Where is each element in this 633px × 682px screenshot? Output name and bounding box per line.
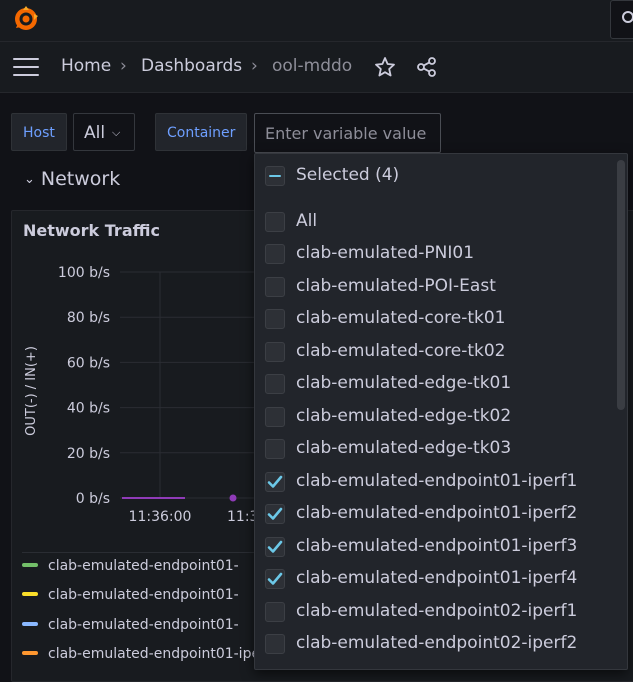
legend-item[interactable]: clab-emulated-endpoint01- [22, 587, 262, 603]
dropdown-option[interactable]: clab-emulated-edge-tk01 [255, 368, 615, 400]
dropdown-option[interactable]: clab-emulated-POI-East [255, 271, 615, 303]
checkbox[interactable] [265, 374, 285, 394]
dropdown-option-label: clab-emulated-endpoint01-iperf1 [296, 471, 578, 491]
dropdown-option-label: All [296, 211, 318, 231]
dropdown-option-label: clab-emulated-endpoint01-iperf4 [296, 568, 578, 588]
checkbox[interactable] [265, 277, 285, 297]
checkbox[interactable] [265, 309, 285, 329]
dropdown-option[interactable]: clab-emulated-endpoint01-iperf1 [255, 466, 615, 498]
dropdown-option-label: clab-emulated-endpoint01-iperf3 [296, 536, 578, 556]
checkbox-checked[interactable] [265, 504, 285, 524]
x-tick-label: 11:36:00 [129, 509, 192, 525]
legend-swatch [22, 592, 38, 596]
container-options-dropdown[interactable]: Selected (4) All clab-emulated-PNI01 clab-… [254, 153, 628, 670]
y-tick-label: 20 b/s [67, 446, 110, 462]
legend-label: clab-emulated-endpoint01- [48, 587, 239, 603]
selected-toggle[interactable]: Selected (4) [255, 160, 615, 192]
share-icon[interactable] [416, 56, 438, 78]
dropdown-option[interactable]: clab-emulated-endpoint01-iperf3 [255, 531, 615, 563]
checkbox[interactable] [265, 342, 285, 362]
legend-swatch [22, 563, 38, 567]
checkbox[interactable] [265, 602, 285, 622]
dropdown-option-label: clab-emulated-endpoint01-iperf2 [296, 503, 578, 523]
series-point [229, 494, 237, 502]
check-icon [267, 572, 283, 585]
menu-icon[interactable] [13, 58, 39, 76]
top-bar [0, 0, 633, 42]
row-header-network[interactable]: ⌄ Network [24, 168, 120, 190]
checkbox[interactable] [265, 244, 285, 264]
container-variable-input[interactable] [254, 113, 441, 153]
breadcrumb-separator: › [120, 56, 127, 76]
breadcrumb-home[interactable]: Home [61, 56, 111, 76]
breadcrumb-current: ool-mddo [272, 56, 353, 76]
legend-item[interactable]: clab-emulated-endpoint01-iperf2-eth1-in [22, 646, 262, 662]
y-tick-label: 40 b/s [67, 401, 110, 417]
selected-count-label: Selected (4) [296, 165, 400, 185]
y-tick-label: 0 b/s [76, 491, 110, 507]
chevron-down-icon: ⌵ [112, 126, 121, 139]
y-tick-label: 80 b/s [67, 310, 110, 326]
dropdown-option-label: clab-emulated-POI-East [296, 276, 496, 296]
dropdown-option-label: clab-emulated-edge-tk03 [296, 438, 512, 458]
star-icon[interactable] [374, 56, 396, 78]
breadcrumb-bar: Home › Dashboards › ool-mddo [0, 42, 633, 93]
dropdown-option[interactable]: clab-emulated-edge-tk02 [255, 401, 615, 433]
legend-label: clab-emulated-endpoint01-iperf2-eth1-in [48, 646, 262, 662]
breadcrumb-dashboards[interactable]: Dashboards [141, 56, 242, 76]
host-variable-value: All [84, 123, 106, 143]
legend-divider [22, 552, 262, 553]
legend-swatch [22, 651, 38, 655]
host-variable-label: Host [11, 113, 67, 151]
legend-item[interactable]: clab-emulated-endpoint01- [22, 617, 262, 633]
checkbox[interactable] [265, 634, 285, 654]
dropdown-option-label: clab-emulated-endpoint02-iperf1 [296, 601, 578, 621]
dropdown-option[interactable]: clab-emulated-endpoint02-iperf1 [255, 596, 615, 628]
dropdown-option[interactable]: clab-emulated-edge-tk03 [255, 433, 615, 465]
breadcrumb-separator: › [251, 56, 258, 76]
legend-swatch [22, 622, 38, 626]
check-icon [267, 540, 283, 553]
legend-item[interactable]: clab-emulated-endpoint01- [22, 558, 262, 574]
checkbox-indeterminate[interactable] [265, 166, 285, 186]
y-tick-label: 60 b/s [67, 355, 110, 371]
check-icon [267, 475, 283, 488]
y-tick-label: 100 b/s [58, 265, 110, 281]
checkbox-checked[interactable] [265, 537, 285, 557]
checkbox-checked[interactable] [265, 569, 285, 589]
y-axis-label: OUT(-) / IN(+) [24, 346, 39, 436]
dropdown-option-label: clab-emulated-endpoint02-iperf2 [296, 633, 578, 653]
dropdown-option-label: clab-emulated-core-tk01 [296, 308, 506, 328]
grafana-logo-icon[interactable] [11, 4, 41, 34]
chevron-down-icon: ⌄ [24, 172, 35, 187]
dropdown-scrollbar[interactable] [617, 160, 625, 410]
legend-label: clab-emulated-endpoint01- [48, 617, 239, 633]
host-variable-select[interactable]: All ⌵ [73, 113, 135, 151]
check-icon [267, 507, 283, 520]
search-icon [622, 11, 633, 23]
dropdown-option-label: clab-emulated-PNI01 [296, 243, 475, 263]
checkbox-checked[interactable] [265, 472, 285, 492]
network-traffic-chart: 100 b/s 80 b/s 60 b/s 40 b/s 20 b/s 0 b/s 11:… [24, 265, 272, 525]
dropdown-option-label: clab-emulated-core-tk02 [296, 341, 506, 361]
dropdown-option-label: clab-emulated-edge-tk02 [296, 406, 512, 426]
dropdown-option[interactable]: All [255, 206, 615, 238]
dropdown-option[interactable]: clab-emulated-endpoint01-iperf2 [255, 498, 615, 530]
checkbox[interactable] [265, 407, 285, 427]
row-title: Network [40, 168, 121, 190]
legend-label: clab-emulated-endpoint01- [48, 558, 239, 574]
dropdown-option[interactable]: clab-emulated-endpoint02-iperf2 [255, 628, 615, 660]
dropdown-option[interactable]: clab-emulated-endpoint01-iperf4 [255, 563, 615, 595]
search-button[interactable] [610, 0, 633, 39]
checkbox[interactable] [265, 212, 285, 232]
dropdown-option[interactable]: clab-emulated-core-tk01 [255, 303, 615, 335]
dropdown-option[interactable]: clab-emulated-core-tk02 [255, 336, 615, 368]
dropdown-option-label: clab-emulated-edge-tk01 [296, 373, 512, 393]
dropdown-option[interactable]: clab-emulated-PNI01 [255, 238, 615, 270]
container-variable-label: Container [155, 113, 248, 151]
checkbox[interactable] [265, 439, 285, 459]
